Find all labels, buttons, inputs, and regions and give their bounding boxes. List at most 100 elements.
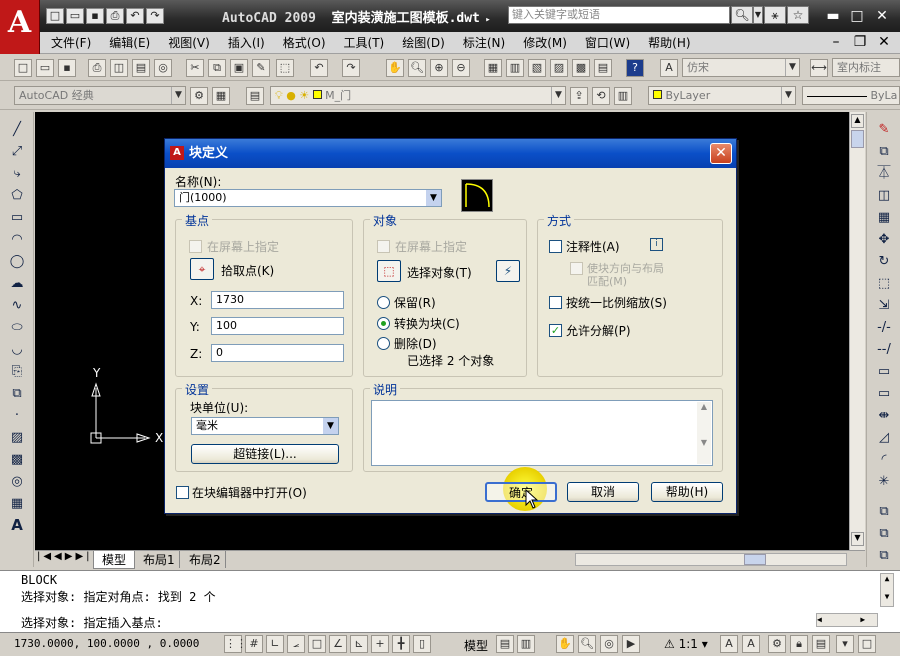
select-objects-button[interactable]: ⬚ [377,260,401,282]
menu-item[interactable]: 插入(I) [228,34,265,51]
offset-icon[interactable]: ◫ [873,186,895,205]
lineweight-icon[interactable]: ╋ [392,635,410,653]
dim-style-icon[interactable]: ⟷ [810,59,828,77]
horizontal-scrollbar[interactable] [575,553,847,566]
dim-style-combo[interactable]: 室内标注 [832,58,900,77]
workspace-settings-icon[interactable]: ⚙ [190,87,208,105]
multiline-text-icon[interactable]: A [6,516,28,535]
revision-cloud-icon[interactable]: ☁ [6,274,28,293]
undo-icon[interactable]: ↶ [126,8,144,24]
objects-on-screen-checkbox[interactable] [377,240,390,253]
copy-icon[interactable]: ⧉ [208,59,226,77]
mirror-icon[interactable]: ⏄ [873,164,895,183]
menu-item[interactable]: 文件(F) [51,34,91,51]
tab-layout1[interactable]: 布局1 [139,551,180,568]
pan-icon[interactable]: ✋ [556,635,574,653]
join-icon[interactable]: ⇼ [873,406,895,425]
doc-close-icon[interactable]: ✕ [874,34,894,50]
info-icon[interactable]: i [650,238,663,251]
description-scrollbar[interactable]: ▲ ▼ [697,402,711,464]
rectangle-icon[interactable]: ▭ [6,208,28,227]
quick-select-icon[interactable]: ⚡ [496,260,520,282]
scroll-up-icon[interactable]: ▲ [851,114,864,128]
layer-properties-icon[interactable]: ▤ [246,87,264,105]
ellipse-arc-icon[interactable]: ◡ [6,340,28,359]
layer-previous-icon[interactable]: ⟲ [592,87,610,105]
save-icon[interactable]: ▪ [58,59,76,77]
block-unit-select[interactable]: 毫米 ▼ [191,417,339,435]
hatch-icon[interactable]: ▨ [6,428,28,447]
linetype-combo[interactable]: ByLa [802,86,900,105]
publish-icon[interactable]: ▤ [132,59,150,77]
showmotion-icon[interactable]: ▶ [622,635,640,653]
draw-order-icon[interactable]: ⧉ [873,502,895,521]
menu-item[interactable]: 标注(N) [463,34,505,51]
construction-line-icon[interactable]: ⤢ [6,142,28,161]
clean-screen-icon[interactable]: □ [858,635,876,653]
arc-icon[interactable]: ◠ [6,230,28,249]
sheet-set-icon[interactable]: ▨ [550,59,568,77]
plot-icon[interactable]: ⎙ [88,59,106,77]
polygon-icon[interactable]: ⬠ [6,186,28,205]
print-icon[interactable]: ⎙ [106,8,124,24]
zoom-realtime-icon[interactable]: 🔍︎ [408,59,426,77]
description-textarea[interactable]: ▲ ▼ [371,400,713,466]
line-icon[interactable]: ╱ [6,120,28,139]
favorites-star-icon[interactable]: ☆ [787,6,809,24]
polyline-icon[interactable]: ⤷ [6,164,28,183]
menu-item[interactable]: 帮助(H) [648,34,690,51]
status-tray-icon[interactable]: ▤ [812,635,830,653]
dialog-close-button[interactable]: ✕ [710,143,732,164]
insert-block-icon[interactable]: ⎘ [6,362,28,381]
text-style-icon[interactable]: A [660,59,678,77]
name-combo[interactable]: 门(1000) ▼ [174,189,442,207]
erase-icon[interactable]: ✎ [873,120,895,139]
maximize-icon[interactable]: □ [847,8,867,24]
tool-palettes-icon[interactable]: ▧ [528,59,546,77]
ok-button[interactable]: 确定 [485,482,557,502]
convert-to-block-radio[interactable] [377,317,390,330]
ortho-mode-icon[interactable]: ∟ [266,635,284,653]
pan-icon[interactable]: ✋ [386,59,404,77]
move-icon[interactable]: ✥ [873,230,895,249]
close-icon[interactable]: ✕ [872,8,892,24]
break-icon[interactable]: ▭ [873,384,895,403]
properties-icon[interactable]: ▦ [484,59,502,77]
layout-icon[interactable]: ▤ [496,635,514,653]
help-icon[interactable]: ? [626,59,644,77]
menu-item[interactable]: 工具(T) [344,34,385,51]
zoom-window-icon[interactable]: ⊕ [430,59,448,77]
break-at-point-icon[interactable]: ▭ [873,362,895,381]
open-in-block-editor-checkbox[interactable] [176,486,189,499]
open-icon[interactable]: ▭ [36,59,54,77]
doc-minimize-icon[interactable]: – [826,34,846,50]
array-icon[interactable]: ▦ [873,208,895,227]
vertical-scrollbar[interactable]: ▲ ▼ [849,112,865,550]
menu-item[interactable]: 窗口(W) [585,34,630,51]
auto-scale-icon[interactable]: A [742,635,760,653]
fillet-icon[interactable]: ◜ [873,450,895,469]
y-input[interactable]: 100 [211,317,344,335]
tab-layout2[interactable]: 布局2 [185,551,226,568]
layer-manager-icon[interactable]: ▦ [212,87,230,105]
workspace-switch-icon[interactable]: ⚙ [768,635,786,653]
menu-item[interactable]: 修改(M) [523,34,567,51]
explode-icon[interactable]: ✳ [873,472,895,491]
spline-icon[interactable]: ∿ [6,296,28,315]
command-scrollbar[interactable]: ▲ ▼ [880,573,894,607]
search-icon[interactable]: 🔍︎ [731,6,753,24]
tab-nav-arrows-icon[interactable]: |◀◀▶▶| [37,551,93,562]
calculator-icon[interactable]: ▤ [594,59,612,77]
new-icon[interactable]: □ [14,59,32,77]
open-icon[interactable]: ▭ [66,8,84,24]
object-snap-icon[interactable]: □ [308,635,326,653]
grid-display-icon[interactable]: # [245,635,263,653]
cut-icon[interactable]: ✂ [186,59,204,77]
chevron-down-icon[interactable]: ▼ [753,6,763,24]
quick-view-icon[interactable]: ▥ [517,635,535,653]
chamfer-icon[interactable]: ◿ [873,428,895,447]
menu-item[interactable]: 格式(O) [283,34,326,51]
steering-wheel-icon[interactable]: ◎ [600,635,618,653]
paste-icon[interactable]: ▣ [230,59,248,77]
pick-point-button[interactable]: ⌖ [190,258,214,280]
